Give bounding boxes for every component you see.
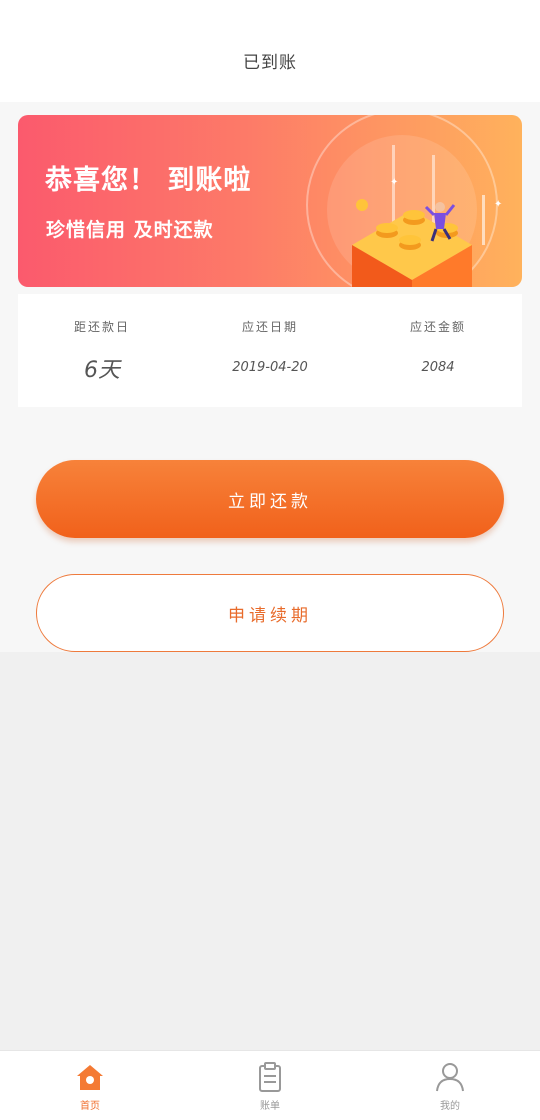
banner-title: 恭喜您！ 到账啦 <box>45 165 252 196</box>
tab-home[interactable]: 首页 <box>0 1051 180 1120</box>
tab-bill-label: 账单 <box>260 1101 280 1112</box>
tab-mine-label: 我的 <box>440 1101 460 1112</box>
success-banner: 恭喜您！ 到账啦 珍惜信用 及时还款 ✦ ✦ <box>18 115 522 287</box>
due-date-label: 应还日期 <box>241 320 298 334</box>
main-content: 恭喜您！ 到账啦 珍惜信用 及时还款 ✦ ✦ 距还款日 6天 应还日期 2019… <box>0 102 540 652</box>
coins-illustration-icon: ✦ ✦ <box>306 115 502 287</box>
user-icon <box>436 1063 464 1092</box>
page-title: 已到账 <box>243 53 297 73</box>
home-icon <box>77 1065 103 1090</box>
days-until-due-label: 距还款日 <box>73 320 130 334</box>
svg-text:✦: ✦ <box>494 199 502 210</box>
tab-mine[interactable]: 我的 <box>360 1051 540 1120</box>
amount-due-value: 2084 <box>421 360 455 375</box>
repayment-info-card: 距还款日 6天 应还日期 2019-04-20 应还金额 2084 <box>18 294 522 407</box>
header: 已到账 <box>0 0 540 102</box>
amount-due-label: 应还金额 <box>409 320 466 334</box>
svg-text:✦: ✦ <box>390 177 398 188</box>
tab-bill[interactable]: 账单 <box>180 1051 360 1120</box>
due-date: 应还日期 2019-04-20 <box>186 294 354 407</box>
days-until-due: 距还款日 6天 <box>18 294 186 407</box>
tab-home-label: 首页 <box>80 1101 100 1112</box>
apply-extension-button[interactable]: 申请续期 <box>36 574 504 652</box>
due-date-value: 2019-04-20 <box>232 360 308 375</box>
bottom-tab-bar: 首页 账单 我的 <box>0 1050 540 1120</box>
banner-subtitle: 珍惜信用 及时还款 <box>46 219 214 241</box>
amount-due: 应还金额 2084 <box>354 294 522 407</box>
repay-now-button[interactable]: 立即还款 <box>36 460 504 538</box>
days-until-due-value: 6天 <box>84 358 120 383</box>
bill-icon <box>259 1062 281 1092</box>
